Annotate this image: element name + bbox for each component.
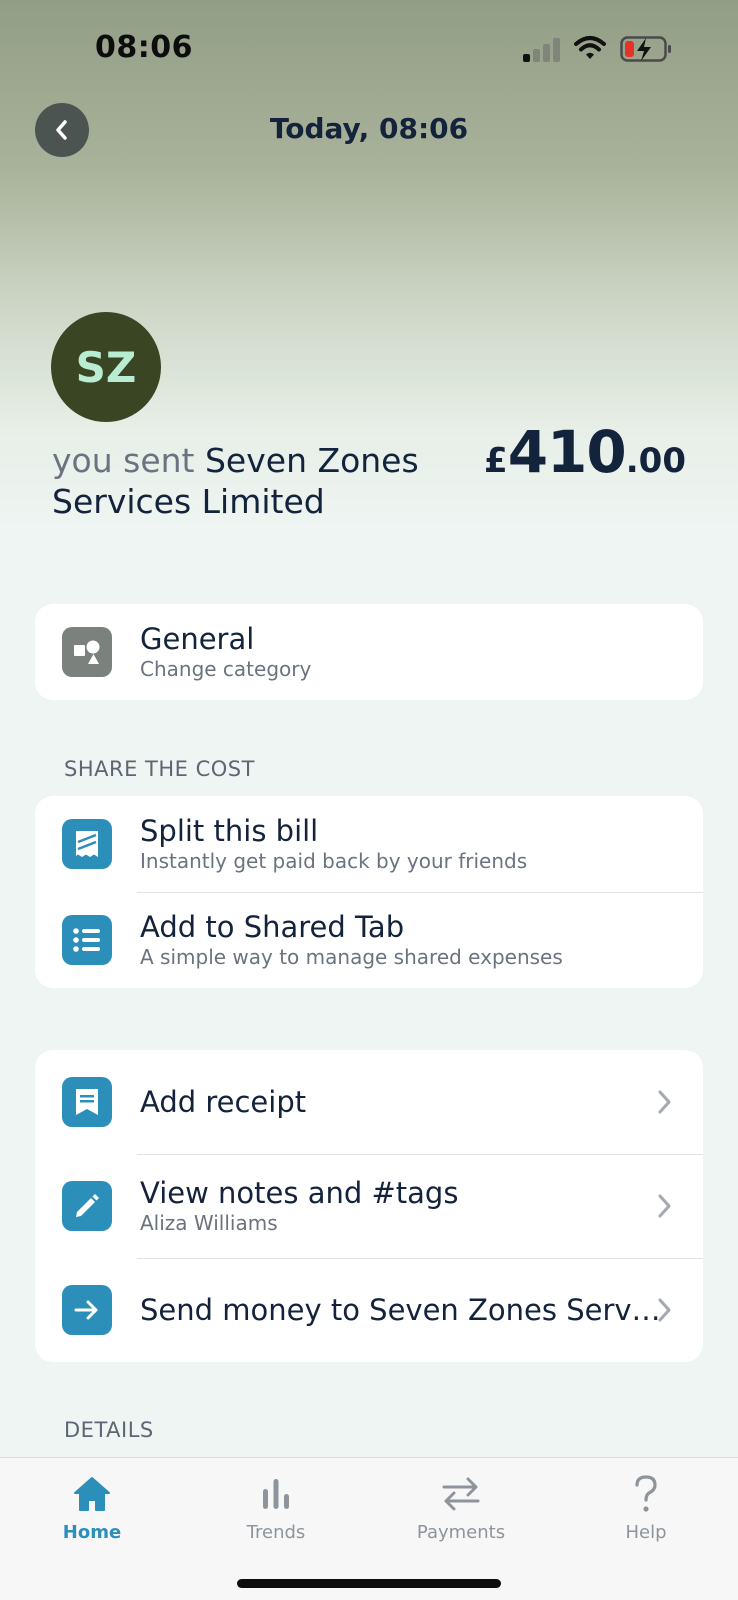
- divider: [137, 892, 703, 893]
- pencil-icon: [62, 1181, 112, 1231]
- wifi-icon: [574, 36, 606, 59]
- home-indicator: [237, 1579, 501, 1588]
- transfer-arrows-icon: [442, 1477, 480, 1511]
- notes-tags-subtitle: Aliza Williams: [140, 1211, 278, 1235]
- transaction-description: you sent Seven Zones Services Limited: [52, 440, 482, 522]
- category-title: General: [140, 622, 255, 656]
- tab-payments[interactable]: Payments: [396, 1470, 526, 1543]
- amount-decimal: .00: [625, 441, 686, 481]
- notes-tags-row[interactable]: View notes and #tags Aliza Williams: [35, 1154, 703, 1258]
- question-mark-icon: [635, 1475, 657, 1512]
- split-bill-title: Split this bill: [140, 814, 319, 848]
- split-bill-subtitle: Instantly get paid back by your friends: [140, 849, 528, 873]
- tab-help-label: Help: [625, 1522, 667, 1543]
- transaction-amount: £410.00: [484, 418, 686, 486]
- tab-home[interactable]: Home: [27, 1470, 157, 1543]
- battery-charging-icon: [620, 36, 671, 62]
- category-subtitle: Change category: [140, 657, 312, 681]
- chevron-right-icon: [658, 1194, 671, 1218]
- actions-card: Add receipt View notes and #tags Aliza W…: [35, 1050, 703, 1362]
- tab-trends-label: Trends: [246, 1522, 306, 1543]
- send-money-row[interactable]: Send money to Seven Zones Serv…: [35, 1258, 703, 1362]
- add-receipt-title: Add receipt: [140, 1085, 307, 1119]
- category-card[interactable]: General Change category: [35, 604, 703, 700]
- split-bill-row[interactable]: Split this bill Instantly get paid back …: [35, 796, 703, 892]
- share-card: Split this bill Instantly get paid back …: [35, 796, 703, 988]
- shared-tab-row[interactable]: Add to Shared Tab A simple way to manage…: [35, 892, 703, 988]
- tab-payments-label: Payments: [416, 1522, 506, 1543]
- shared-tab-title: Add to Shared Tab: [140, 910, 405, 944]
- tab-help[interactable]: Help: [581, 1470, 711, 1543]
- page-title: Today, 08:06: [269, 112, 469, 145]
- split-bill-icon: [62, 819, 112, 869]
- merchant-avatar[interactable]: SZ: [51, 312, 161, 422]
- category-row[interactable]: General Change category: [35, 604, 703, 700]
- tab-trends[interactable]: Trends: [211, 1470, 341, 1543]
- list-icon: [62, 915, 112, 965]
- share-section-label: SHARE THE COST: [64, 757, 255, 781]
- divider: [137, 1154, 703, 1155]
- receipt-icon: [62, 1077, 112, 1127]
- home-icon: [74, 1477, 110, 1511]
- sent-prefix: you sent: [52, 441, 195, 480]
- add-receipt-row[interactable]: Add receipt: [35, 1050, 703, 1154]
- send-money-title: Send money to Seven Zones Serv…: [140, 1293, 661, 1327]
- divider: [137, 1258, 703, 1259]
- amount-whole: 410: [507, 418, 627, 486]
- arrow-right-icon: [62, 1285, 112, 1335]
- chevron-right-icon: [658, 1298, 671, 1322]
- tab-home-label: Home: [62, 1522, 122, 1543]
- shared-tab-subtitle: A simple way to manage shared expenses: [140, 945, 563, 969]
- bar-chart-icon: [263, 1479, 289, 1509]
- cellular-signal-icon: [523, 38, 563, 62]
- notes-tags-title: View notes and #tags: [140, 1176, 459, 1210]
- category-shapes-icon: [62, 627, 112, 677]
- amount-currency: £: [484, 441, 508, 481]
- chevron-right-icon: [658, 1090, 671, 1114]
- details-section-label: DETAILS: [64, 1418, 154, 1442]
- status-time: 08:06: [95, 30, 193, 65]
